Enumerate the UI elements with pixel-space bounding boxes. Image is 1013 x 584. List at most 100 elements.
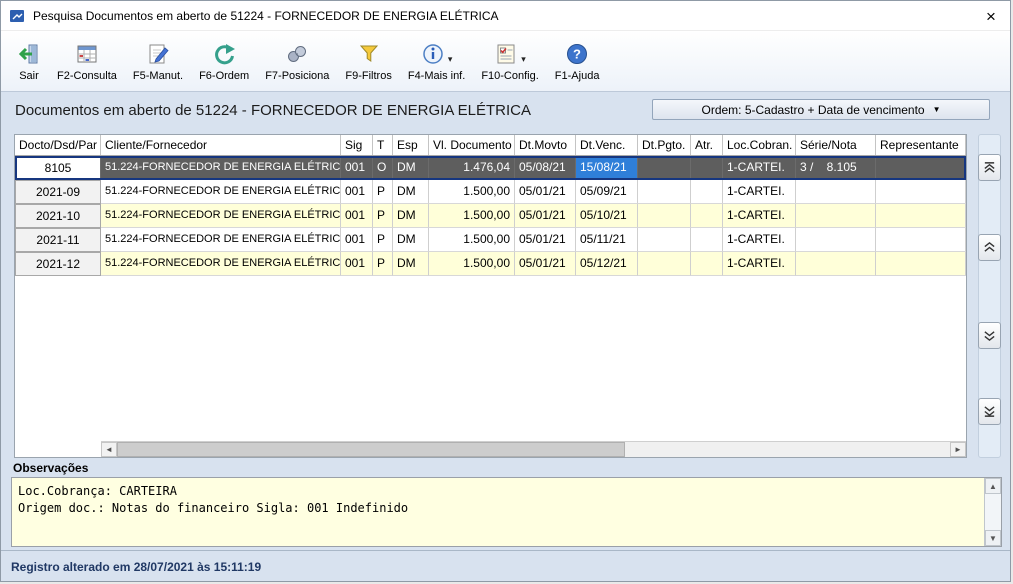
toolbar-button-f5-manut[interactable]: F5-Manut. <box>125 36 191 84</box>
cell-esp[interactable]: DM <box>393 180 429 204</box>
horizontal-scrollbar[interactable]: ◄ ► <box>101 441 966 457</box>
column-header[interactable]: Sig <box>341 135 373 155</box>
cell-dt_pgto[interactable] <box>638 156 691 180</box>
column-header[interactable]: Esp <box>393 135 429 155</box>
cell-dt_movto[interactable]: 05/01/21 <box>515 252 576 276</box>
cell-dt_venc[interactable]: 05/09/21 <box>576 180 638 204</box>
cell-serie[interactable] <box>796 252 876 276</box>
toolbar-button-f4-mais-inf[interactable]: ▾ F4-Mais inf. <box>400 36 473 84</box>
cell-t[interactable]: O <box>373 156 393 180</box>
scroll-down-button[interactable]: ▼ <box>985 530 1001 546</box>
cell-atr[interactable] <box>691 252 723 276</box>
next-page-button[interactable] <box>978 322 1001 349</box>
cell-sig[interactable]: 001 <box>341 204 373 228</box>
cell-loc[interactable]: 1-CARTEI. <box>723 228 796 252</box>
cell-valor[interactable]: 1.500,00 <box>429 228 515 252</box>
table-row[interactable]: 810551.224-FORNECEDOR DE ENERGIA ELÉTRIC… <box>15 156 966 180</box>
dropdown-arrow-icon[interactable]: ▾ <box>448 54 453 65</box>
dropdown-arrow-icon[interactable]: ▾ <box>521 54 526 65</box>
column-header[interactable]: Docto/Dsd/Par <box>15 135 101 155</box>
last-record-button[interactable] <box>978 398 1001 425</box>
close-button[interactable]: × <box>980 5 1002 27</box>
cell-rep[interactable] <box>876 156 966 180</box>
column-header[interactable]: Dt.Pgto. <box>638 135 691 155</box>
cell-rep[interactable] <box>876 228 966 252</box>
toolbar-button-sair[interactable]: Sair <box>9 36 49 84</box>
table-row[interactable]: 2021-0951.224-FORNECEDOR DE ENERGIA ELÉT… <box>15 180 966 204</box>
cell-valor[interactable]: 1.500,00 <box>429 252 515 276</box>
cell-docto[interactable]: 2021-12 <box>15 252 101 276</box>
column-header[interactable]: T <box>373 135 393 155</box>
cell-dt_pgto[interactable] <box>638 204 691 228</box>
observations-scrollbar[interactable]: ▲ ▼ <box>984 478 1001 546</box>
cell-dt_movto[interactable]: 05/01/21 <box>515 180 576 204</box>
order-dropdown-button[interactable]: Ordem: 5-Cadastro + Data de vencimento ▼ <box>652 99 990 120</box>
cell-cliente[interactable]: 51.224-FORNECEDOR DE ENERGIA ELÉTRICA <box>101 228 341 252</box>
cell-dt_venc[interactable]: 05/12/21 <box>576 252 638 276</box>
cell-loc[interactable]: 1-CARTEI. <box>723 180 796 204</box>
toolbar-button-f2-consulta[interactable]: F2-Consulta <box>49 36 125 84</box>
cell-dt_pgto[interactable] <box>638 180 691 204</box>
cell-t[interactable]: P <box>373 228 393 252</box>
cell-esp[interactable]: DM <box>393 156 429 180</box>
observations-box[interactable]: Loc.Cobrança: CARTEIRA Origem doc.: Nota… <box>11 477 1002 547</box>
cell-cliente[interactable]: 51.224-FORNECEDOR DE ENERGIA ELÉTRICA <box>101 252 341 276</box>
scrollbar-track[interactable] <box>117 442 950 457</box>
cell-esp[interactable]: DM <box>393 252 429 276</box>
cell-docto[interactable]: 8105 <box>15 156 101 180</box>
cell-rep[interactable] <box>876 180 966 204</box>
column-header[interactable]: Vl. Documento <box>429 135 515 155</box>
cell-cliente[interactable]: 51.224-FORNECEDOR DE ENERGIA ELÉTRICA <box>101 156 341 180</box>
cell-dt_movto[interactable]: 05/08/21 <box>515 156 576 180</box>
cell-dt_movto[interactable]: 05/01/21 <box>515 228 576 252</box>
cell-serie[interactable] <box>796 228 876 252</box>
first-record-button[interactable] <box>978 154 1001 181</box>
cell-dt_movto[interactable]: 05/01/21 <box>515 204 576 228</box>
cell-docto[interactable]: 2021-09 <box>15 180 101 204</box>
cell-rep[interactable] <box>876 252 966 276</box>
cell-loc[interactable]: 1-CARTEI. <box>723 156 796 180</box>
cell-dt_venc[interactable]: 05/10/21 <box>576 204 638 228</box>
column-header[interactable]: Série/Nota <box>796 135 876 155</box>
cell-atr[interactable] <box>691 228 723 252</box>
cell-serie[interactable]: 3 / 8.105 <box>796 156 876 180</box>
cell-t[interactable]: P <box>373 252 393 276</box>
cell-valor[interactable]: 1.500,00 <box>429 180 515 204</box>
cell-atr[interactable] <box>691 156 723 180</box>
cell-sig[interactable]: 001 <box>341 228 373 252</box>
cell-valor[interactable]: 1.500,00 <box>429 204 515 228</box>
cell-dt_venc[interactable]: 15/08/21 <box>576 156 638 180</box>
cell-valor[interactable]: 1.476,04 <box>429 156 515 180</box>
toolbar-button-f7-posiciona[interactable]: F7-Posiciona <box>257 36 337 84</box>
scroll-up-button[interactable]: ▲ <box>985 478 1001 494</box>
column-header[interactable]: Dt.Movto <box>515 135 576 155</box>
cell-atr[interactable] <box>691 204 723 228</box>
column-header[interactable]: Loc.Cobran. <box>723 135 796 155</box>
toolbar-button-f10-config[interactable]: ▾ F10-Config. <box>473 36 546 84</box>
toolbar-button-f9-filtros[interactable]: F9-Filtros <box>337 36 399 84</box>
cell-loc[interactable]: 1-CARTEI. <box>723 252 796 276</box>
toolbar-button-f1-ajuda[interactable]: ? F1-Ajuda <box>547 36 608 84</box>
cell-dt_pgto[interactable] <box>638 252 691 276</box>
cell-t[interactable]: P <box>373 180 393 204</box>
toolbar-button-f6-ordem[interactable]: F6-Ordem <box>191 36 257 84</box>
prior-page-button[interactable] <box>978 234 1001 261</box>
cell-dt_pgto[interactable] <box>638 228 691 252</box>
cell-sig[interactable]: 001 <box>341 180 373 204</box>
table-row[interactable]: 2021-1051.224-FORNECEDOR DE ENERGIA ELÉT… <box>15 204 966 228</box>
cell-serie[interactable] <box>796 204 876 228</box>
cell-dt_venc[interactable]: 05/11/21 <box>576 228 638 252</box>
table-row[interactable]: 2021-1151.224-FORNECEDOR DE ENERGIA ELÉT… <box>15 228 966 252</box>
cell-rep[interactable] <box>876 204 966 228</box>
scrollbar-thumb[interactable] <box>117 442 625 457</box>
scroll-left-button[interactable]: ◄ <box>101 442 117 457</box>
column-header[interactable]: Representante <box>876 135 966 155</box>
cell-sig[interactable]: 001 <box>341 156 373 180</box>
cell-atr[interactable] <box>691 180 723 204</box>
cell-esp[interactable]: DM <box>393 228 429 252</box>
cell-loc[interactable]: 1-CARTEI. <box>723 204 796 228</box>
column-header[interactable]: Atr. <box>691 135 723 155</box>
column-header[interactable]: Dt.Venc. <box>576 135 638 155</box>
cell-esp[interactable]: DM <box>393 204 429 228</box>
cell-docto[interactable]: 2021-11 <box>15 228 101 252</box>
